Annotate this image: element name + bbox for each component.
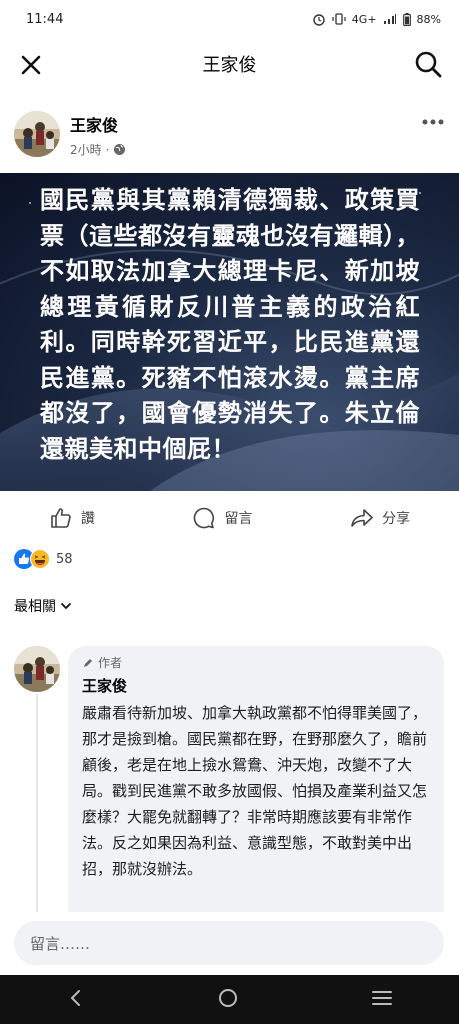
globe-icon	[114, 144, 126, 155]
share-label: 分享	[382, 511, 411, 527]
recents-icon	[372, 990, 393, 1005]
network-type: 4G+	[351, 12, 377, 26]
comment-bubble[interactable]: 作者 王家俊 嚴肅看待新加坡、加拿大執政黨都不怕得罪美國了，那才是撿到槍。國民黨…	[68, 646, 444, 912]
comment-sort-dropdown[interactable]: 最相關	[14, 596, 72, 616]
avatar-photo	[14, 111, 60, 157]
vibrate-icon	[332, 13, 346, 25]
status-time: 11:44	[26, 11, 64, 27]
pencil-icon	[84, 658, 92, 667]
post-text: 國民黨與其黨賴清德獨裁、政策買票（這些都沒有靈魂也沒有邏輯），不如取法加拿大總理…	[40, 186, 420, 463]
sort-label: 最相關	[14, 599, 56, 615]
comment-input-placeholder: 留言……	[30, 934, 91, 953]
post-actions: 讚 留言 分享	[0, 498, 459, 538]
avatar-photo	[14, 646, 60, 692]
comment-button[interactable]: 留言	[192, 506, 252, 530]
author-badge: 作者	[82, 654, 430, 671]
more-icon	[422, 119, 444, 125]
comment-input[interactable]: 留言……	[14, 921, 444, 965]
avatar[interactable]	[14, 111, 60, 157]
post-time[interactable]: 2小時	[70, 141, 102, 158]
like-button[interactable]: 讚	[49, 506, 95, 530]
signal-icon	[383, 14, 396, 24]
meta-separator: ·	[105, 142, 110, 157]
comment-icon	[194, 507, 215, 529]
reactions-summary[interactable]: 58	[14, 546, 73, 572]
app-bar: 王家俊	[0, 38, 459, 90]
comment-label: 留言	[224, 511, 253, 527]
author-badge-label: 作者	[98, 656, 123, 670]
thread-line	[36, 694, 38, 912]
chevron-down-icon	[61, 603, 71, 610]
alarm-icon	[313, 14, 325, 26]
like-label: 讚	[80, 511, 95, 527]
home-icon	[219, 988, 238, 1007]
reaction-count: 58	[56, 551, 73, 567]
search-button[interactable]	[413, 49, 443, 79]
home-button[interactable]	[217, 987, 239, 1013]
close-icon	[21, 55, 41, 75]
post-header: 王家俊 2小時 ·	[0, 104, 459, 166]
status-icons: 4G+ 88%	[312, 12, 441, 26]
comment-text: 嚴肅看待新加坡、加拿大執政黨都不怕得罪美國了，那才是撿到槍。國民黨都在野，在野那…	[82, 704, 428, 878]
back-icon	[70, 989, 80, 1006]
page-title: 王家俊	[202, 55, 257, 76]
post-meta: 2小時 ·	[70, 141, 126, 158]
haha-reaction-icon	[30, 549, 50, 569]
comment-author[interactable]: 王家俊	[82, 675, 430, 696]
comment-thread: 作者 王家俊 嚴肅看待新加坡、加拿大執政黨都不怕得罪美國了，那才是撿到槍。國民黨…	[0, 640, 459, 912]
author-name[interactable]: 王家俊	[70, 112, 118, 136]
close-button[interactable]	[16, 50, 46, 80]
share-icon	[351, 509, 373, 527]
battery-level: 88%	[416, 12, 441, 26]
search-icon	[415, 51, 442, 78]
post-image[interactable]: 國民黨與其黨賴清德獨裁、政策買票（這些都沒有靈魂也沒有邏輯），不如取法加拿大總理…	[0, 173, 459, 491]
recents-button[interactable]	[371, 988, 393, 1012]
comment-avatar[interactable]	[14, 646, 60, 692]
thumbs-up-icon	[51, 508, 71, 528]
system-nav-bar	[0, 975, 459, 1024]
back-button[interactable]	[66, 988, 86, 1012]
status-bar: 11:44 4G+ 88%	[0, 0, 459, 38]
battery-icon	[402, 12, 411, 26]
share-button[interactable]: 分享	[350, 506, 410, 530]
more-options-button[interactable]	[419, 112, 447, 132]
